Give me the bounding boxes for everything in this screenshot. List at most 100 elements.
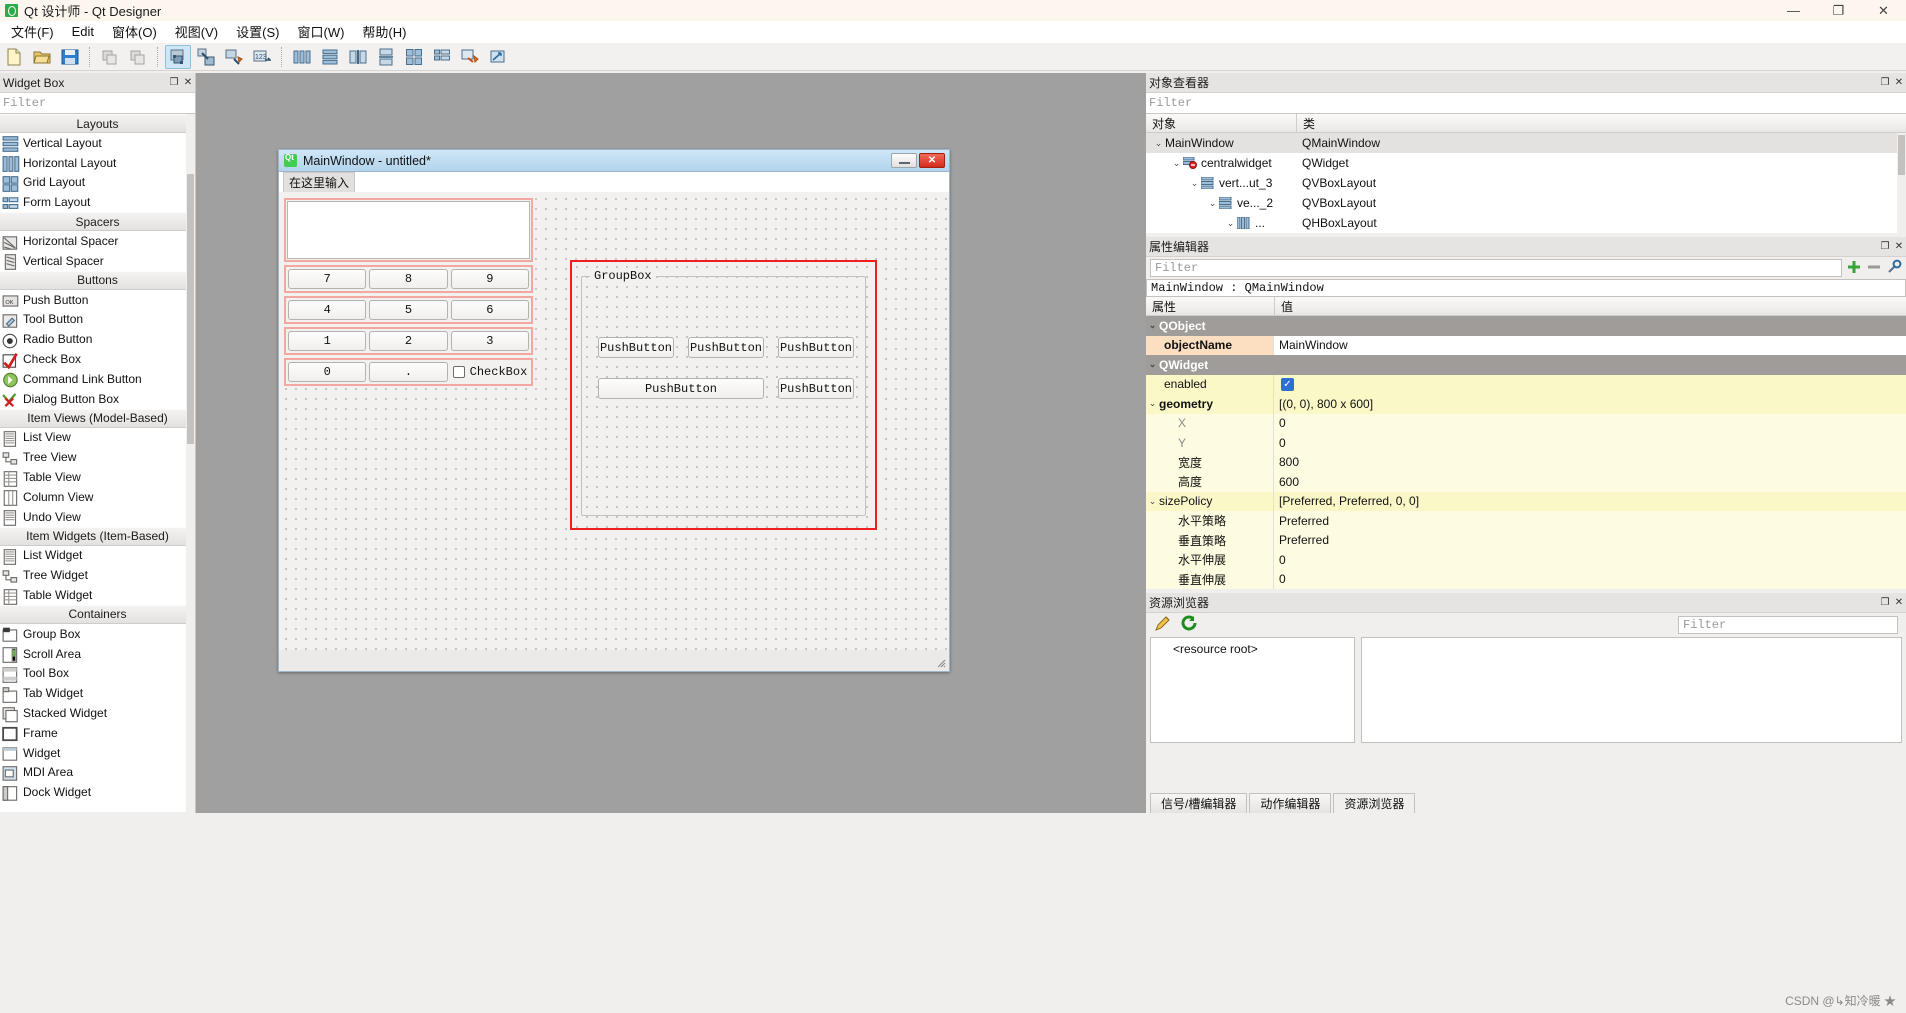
object-row-horizontal-layout[interactable]: ⌄ ... QHBoxLayout	[1146, 213, 1906, 233]
property-row-vertical-stretch[interactable]: 垂直伸展 0	[1146, 570, 1906, 590]
widget-item-column-view[interactable]: Column View	[0, 487, 195, 507]
property-value[interactable]: 800	[1274, 453, 1906, 473]
widget-item-horizontal-layout[interactable]: Horizontal Layout	[0, 153, 195, 173]
layout-splitter-horizontal-button[interactable]	[345, 45, 371, 69]
expand-chevron-icon[interactable]: ⌄	[1206, 198, 1219, 209]
layout-form-button[interactable]	[429, 45, 455, 69]
widget-item-vertical-spacer[interactable]: Vertical Spacer	[0, 251, 195, 271]
object-inspector-scroll-thumb[interactable]	[1898, 135, 1905, 175]
widget-item-scroll-area[interactable]: Scroll Area	[0, 644, 195, 664]
property-row-enabled[interactable]: enabled ✓	[1146, 375, 1906, 395]
property-value[interactable]: Preferred	[1274, 511, 1906, 531]
edit-resources-button[interactable]	[1154, 615, 1171, 635]
widget-box-scroll-thumb[interactable]	[187, 174, 194, 444]
widget-item-form-layout[interactable]: Form Layout	[0, 192, 195, 212]
expand-chevron-icon[interactable]: ⌄	[1188, 178, 1201, 189]
undo-button[interactable]	[97, 45, 123, 69]
form-body[interactable]: 7 8 9 4 5 6 1 2 3 0	[279, 192, 949, 650]
menu-form[interactable]: 窗体(O)	[103, 20, 166, 43]
groupbox-pushbutton-2[interactable]: PushButton	[688, 337, 764, 358]
edit-widgets-button[interactable]	[165, 45, 191, 69]
widget-category-layouts[interactable]: Layouts	[0, 114, 195, 133]
calculator-display[interactable]	[287, 201, 530, 259]
widget-item-undo-view[interactable]: Undo View	[0, 507, 195, 527]
adjust-size-button[interactable]	[485, 45, 511, 69]
property-row-sizepolicy[interactable]: ⌄sizePolicy [Preferred, Preferred, 0, 0]	[1146, 492, 1906, 512]
widget-item-radio-button[interactable]: Radio Button	[0, 329, 195, 349]
edit-signals-slots-button[interactable]	[193, 45, 219, 69]
new-form-button[interactable]	[1, 45, 27, 69]
property-value[interactable]: 600	[1274, 472, 1906, 492]
widget-item-table-view[interactable]: Table View	[0, 467, 195, 487]
widget-box-filter-input[interactable]: Filter	[0, 93, 195, 114]
expand-chevron-icon[interactable]: ⌄	[1224, 218, 1237, 229]
property-editor-close-icon[interactable]: ✕	[1892, 240, 1906, 254]
key-9[interactable]: 9	[451, 269, 529, 289]
widget-item-stacked-widget[interactable]: Stacked Widget	[0, 703, 195, 723]
resource-preview[interactable]	[1361, 637, 1902, 743]
property-row-objectname[interactable]: objectName MainWindow	[1146, 336, 1906, 356]
object-inspector-close-icon[interactable]: ✕	[1892, 76, 1906, 90]
key-7[interactable]: 7	[288, 269, 366, 289]
property-row-geometry-width[interactable]: 宽度 800	[1146, 453, 1906, 473]
groupbox-selection-frame[interactable]: GroupBox PushButton PushButton PushButto…	[570, 260, 877, 530]
widget-item-grid-layout[interactable]: Grid Layout	[0, 173, 195, 193]
key-3[interactable]: 3	[451, 331, 529, 351]
key-4[interactable]: 4	[288, 300, 366, 320]
menu-help[interactable]: 帮助(H)	[353, 20, 415, 43]
form-groupbox[interactable]: GroupBox PushButton PushButton PushButto…	[581, 276, 866, 516]
expand-chevron-icon[interactable]: ⌄	[1152, 138, 1165, 149]
object-row-vertical-layout-2[interactable]: ⌄ ve..._2 QVBoxLayout	[1146, 193, 1906, 213]
key-decimal-point[interactable]: .	[369, 362, 447, 382]
tab-action-editor[interactable]: 动作编辑器	[1249, 793, 1331, 813]
form-minimize-button[interactable]	[891, 153, 917, 168]
menu-view[interactable]: 视图(V)	[166, 20, 227, 43]
groupbox-pushbutton-3[interactable]: PushButton	[778, 337, 854, 358]
form-close-button[interactable]: ✕	[919, 153, 945, 168]
redo-button[interactable]	[125, 45, 151, 69]
widget-item-tool-button[interactable]: Tool Button	[0, 310, 195, 330]
key-5[interactable]: 5	[369, 300, 447, 320]
widget-item-widget[interactable]: Widget	[0, 743, 195, 763]
property-row-geometry-height[interactable]: 高度 600	[1146, 472, 1906, 492]
widget-category-spacers[interactable]: Spacers	[0, 212, 195, 231]
property-row-geometry[interactable]: ⌄geometry [(0, 0), 800 x 600]	[1146, 394, 1906, 414]
resource-tree[interactable]: <resource root>	[1150, 637, 1355, 743]
form-menu-placeholder[interactable]: 在这里输入	[283, 172, 355, 193]
widget-box-scrollbar[interactable]	[186, 114, 195, 812]
property-value[interactable]: 0	[1274, 550, 1906, 570]
widget-item-mdi-area[interactable]: MDI Area	[0, 763, 195, 783]
collapse-chevron-icon[interactable]: ⌄	[1146, 320, 1159, 331]
object-inspector-tree[interactable]: ⌄ MainWindow QMainWindow ⌄ centralwidget…	[1146, 133, 1906, 233]
menu-window[interactable]: 窗口(W)	[288, 20, 353, 43]
minimize-button[interactable]: —	[1771, 0, 1816, 21]
widget-category-item-widgets[interactable]: Item Widgets (Item-Based)	[0, 527, 195, 546]
resource-filter-input[interactable]: Filter	[1678, 616, 1898, 634]
tab-signal-slot-editor[interactable]: 信号/槽编辑器	[1150, 793, 1247, 813]
expand-chevron-icon[interactable]: ⌄	[1146, 398, 1159, 409]
configure-property-button[interactable]	[1886, 259, 1902, 278]
widget-item-vertical-layout[interactable]: Vertical Layout	[0, 133, 195, 153]
save-form-button[interactable]	[57, 45, 83, 69]
object-row-vertical-layout-3[interactable]: ⌄ vert...ut_3 QVBoxLayout	[1146, 173, 1906, 193]
layout-grid-button[interactable]	[401, 45, 427, 69]
property-value[interactable]: 0	[1274, 570, 1906, 590]
property-row-geometry-y[interactable]: Y 0	[1146, 433, 1906, 453]
property-row-vertical-policy[interactable]: 垂直策略 Preferred	[1146, 531, 1906, 551]
widget-category-buttons[interactable]: Buttons	[0, 271, 195, 290]
menu-file[interactable]: 文件(F)	[2, 20, 63, 43]
edit-buddies-button[interactable]	[221, 45, 247, 69]
object-inspector-float-icon[interactable]: ❐	[1878, 76, 1892, 90]
menu-settings[interactable]: 设置(S)	[227, 20, 288, 43]
tab-resource-browser[interactable]: 资源浏览器	[1333, 793, 1415, 813]
property-editor-float-icon[interactable]: ❐	[1878, 240, 1892, 254]
widget-item-dock-widget[interactable]: Dock Widget	[0, 782, 195, 802]
widget-item-check-box[interactable]: Check Box	[0, 349, 195, 369]
menu-edit[interactable]: Edit	[63, 22, 103, 41]
widget-item-group-box[interactable]: Group Box	[0, 624, 195, 644]
property-value[interactable]: [Preferred, Preferred, 0, 0]	[1274, 492, 1906, 512]
key-2[interactable]: 2	[369, 331, 447, 351]
layout-splitter-vertical-button[interactable]	[373, 45, 399, 69]
object-inspector-scrollbar[interactable]	[1897, 133, 1906, 233]
widget-item-tree-widget[interactable]: Tree Widget	[0, 565, 195, 585]
